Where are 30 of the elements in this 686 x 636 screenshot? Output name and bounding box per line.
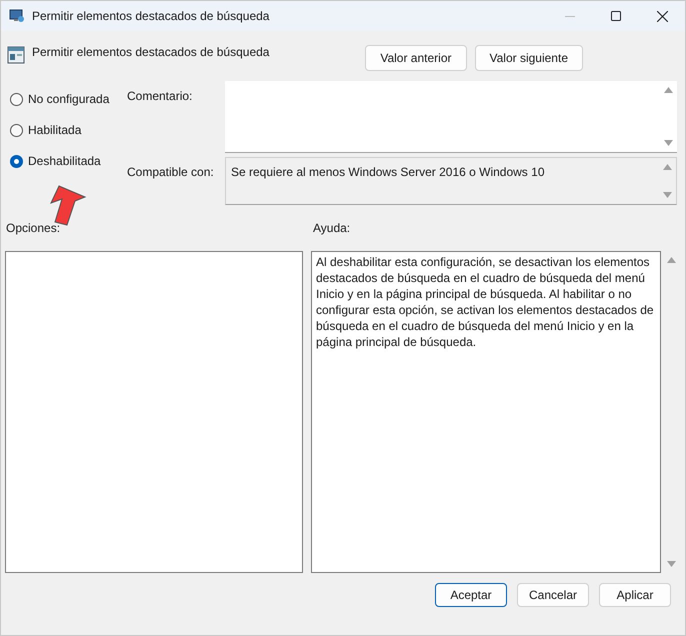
- policy-title: Permitir elementos destacados de búsqueda: [32, 44, 270, 61]
- close-icon: [656, 10, 668, 22]
- scroll-up-icon[interactable]: [662, 164, 672, 170]
- radio-option[interactable]: Deshabilitada: [10, 152, 127, 170]
- window-title: Permitir elementos destacados de búsqueda: [32, 8, 270, 25]
- computer-icon: [9, 8, 25, 24]
- radio-option[interactable]: No configurada: [10, 90, 127, 108]
- radio-button[interactable]: [10, 124, 23, 136]
- compatible-value: Se requiere al menos Windows Server 2016 o Windows 10: [230, 164, 546, 181]
- nav-button[interactable]: Valor siguiente: [474, 45, 583, 71]
- options-label: Opciones:: [6, 220, 62, 237]
- scroll-down-icon[interactable]: [664, 140, 672, 146]
- dialog-button[interactable]: Cancelar: [517, 583, 589, 607]
- comment-field[interactable]: [225, 81, 677, 153]
- comment-label: Comentario:: [127, 88, 194, 105]
- scroll-up-icon[interactable]: [664, 87, 672, 93]
- help-text: Al deshabilitar esta configuración, se desactivan los elementos destacados de búsqueda en el cuadro de búsqueda del menú Inicio y en la página principal de búsqueda. Al habilitar o no configurar esta opción, se activan los elementos destacados de búsqueda en el cuadro de búsqueda del menú Inicio y en la página principal de búsqueda.: [316, 254, 655, 350]
- policy-icon: [7, 46, 25, 64]
- scroll-down-icon[interactable]: [662, 192, 672, 198]
- compatible-label: Compatible con:: [127, 164, 215, 181]
- scroll-down-icon[interactable]: [666, 561, 676, 567]
- dialog-button[interactable]: Aceptar: [435, 583, 507, 607]
- help-label: Ayuda:: [313, 220, 350, 237]
- dialog-button[interactable]: Aplicar: [599, 583, 671, 607]
- scroll-up-icon[interactable]: [666, 257, 676, 263]
- radio-button[interactable]: [10, 154, 23, 168]
- maximize-icon: [611, 11, 621, 21]
- nav-button[interactable]: Valor anterior: [365, 45, 466, 71]
- radio-option[interactable]: Habilitada: [10, 121, 127, 139]
- radio-button[interactable]: [10, 92, 23, 106]
